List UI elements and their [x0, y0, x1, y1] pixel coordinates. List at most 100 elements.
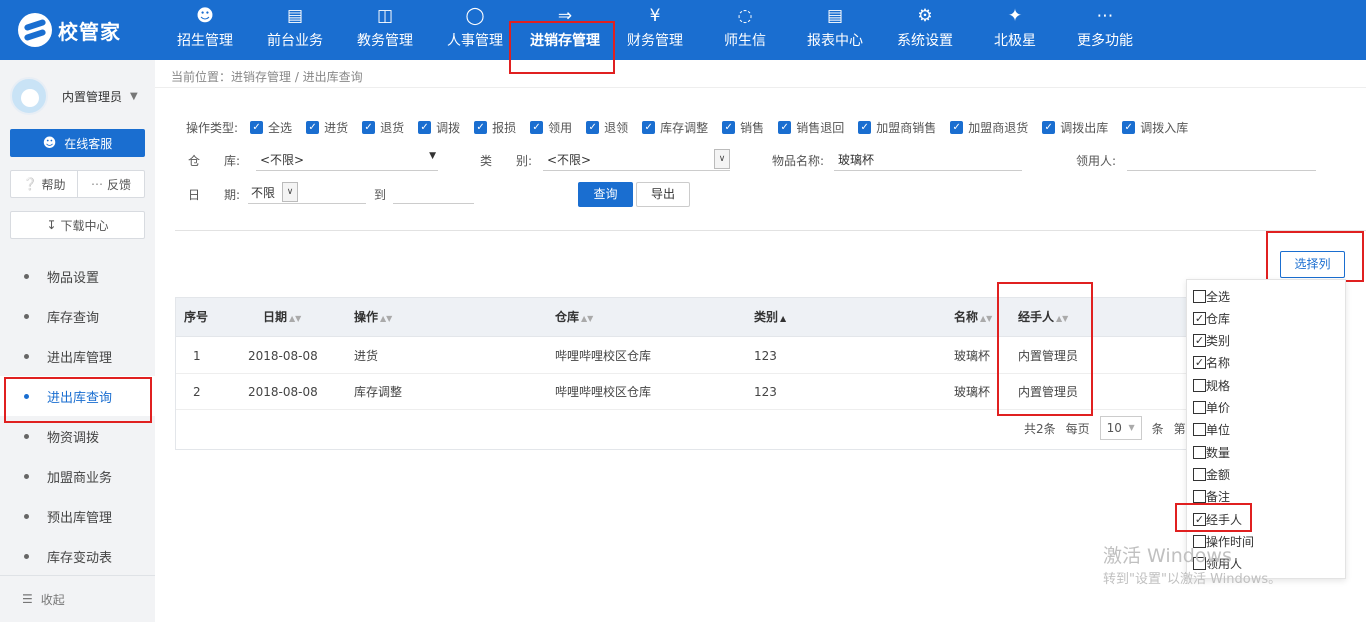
- op-type-checkbox[interactable]: ✓ 调拨出库: [1042, 119, 1108, 136]
- column-option[interactable]: 单价: [1193, 398, 1230, 418]
- sidebar-item-inout-query[interactable]: 进出库查询: [0, 376, 155, 416]
- column-option[interactable]: 规格: [1193, 375, 1230, 395]
- nav-polaris[interactable]: ✦ 北极星: [970, 0, 1060, 60]
- column-option-label: 数量: [1206, 445, 1231, 460]
- checkbox-label: 进货: [324, 120, 349, 135]
- help-label: 帮助: [41, 177, 66, 192]
- nav-more[interactable]: ⋯ 更多功能: [1060, 0, 1150, 60]
- download-center-button[interactable]: ↧ 下载中心: [10, 211, 145, 239]
- nav-reports[interactable]: ▤ 报表中心: [790, 0, 880, 60]
- online-service-label: 在线客服: [64, 136, 113, 151]
- nav-admissions[interactable]: ☻ 招生管理: [160, 0, 250, 60]
- user-menu[interactable]: 内置管理员 ▼: [10, 76, 150, 116]
- warehouse-select[interactable]: <不限> ▼: [256, 149, 438, 171]
- col-header-warehouse[interactable]: 仓库 ▲▼: [555, 298, 593, 337]
- checkbox-icon: [1193, 490, 1206, 504]
- sidebar-menu: 物品设置 库存查询 进出库管理 进出库查询 物资调拨 加盟商业务 预出库管理 库…: [0, 256, 155, 576]
- bullet-icon: [24, 273, 29, 279]
- col-header-handler[interactable]: 经手人 ▲▼: [1018, 298, 1068, 337]
- col-header-date[interactable]: 日期 ▲▼: [263, 298, 301, 337]
- select-columns-button[interactable]: 选择列: [1280, 251, 1345, 278]
- column-option[interactable]: ✓ 经手人: [1193, 509, 1242, 529]
- op-type-checkbox[interactable]: ✓ 报损: [474, 119, 516, 136]
- date-end-input[interactable]: [393, 182, 474, 204]
- table-row[interactable]: 2 2018-08-08 库存调整 哔哩哔哩校区仓库 123 玻璃杯 内置管理员: [176, 374, 1204, 410]
- op-type-checkbox[interactable]: ✓ 退货: [362, 119, 404, 136]
- chevron-down-icon: ∨: [714, 149, 730, 169]
- inout-table: 序号 日期 ▲▼ 操作 ▲▼ 仓库 ▲▼ 类别 ▲ 名称 ▲▼ 经手人 ▲▼ 1 2018-…: [175, 297, 1205, 450]
- sidebar-item-stock-change[interactable]: 库存变动表: [0, 536, 155, 576]
- logo[interactable]: 校管家: [18, 13, 121, 47]
- nav-hr[interactable]: ◯ 人事管理: [430, 0, 520, 60]
- column-option[interactable]: ✓ 仓库: [1193, 308, 1230, 328]
- nav-academic[interactable]: ◫ 教务管理: [340, 0, 430, 60]
- column-option[interactable]: 全选: [1193, 286, 1230, 306]
- cell-operation: 进货: [354, 349, 379, 363]
- checkbox-icon: ✓: [1122, 120, 1136, 134]
- op-type-checkbox[interactable]: ✓ 领用: [530, 119, 572, 136]
- table-row[interactable]: 1 2018-08-08 进货 哔哩哔哩校区仓库 123 玻璃杯 内置管理员: [176, 338, 1204, 374]
- category-select[interactable]: <不限> ∨: [543, 149, 730, 171]
- sidebar-item-pre-outbound[interactable]: 预出库管理: [0, 496, 155, 536]
- nav-messages[interactable]: ◌ 师生信: [700, 0, 790, 60]
- to-label: 到: [374, 188, 387, 202]
- sidebar-item-stock-query[interactable]: 库存查询: [0, 296, 155, 336]
- feedback-button[interactable]: ⋯ 反馈: [77, 171, 144, 197]
- op-type-checkbox[interactable]: ✓ 加盟商退货: [950, 119, 1028, 136]
- nav-inventory[interactable]: ⇒ 进销存管理: [520, 0, 610, 60]
- checkbox-icon: ✓: [858, 120, 872, 134]
- unit-label: 条: [1151, 421, 1164, 436]
- checkbox-icon: ✓: [586, 120, 600, 134]
- column-option[interactable]: 金额: [1193, 464, 1230, 484]
- column-option[interactable]: ✓ 类别: [1193, 331, 1230, 351]
- collapse-icon: ☰: [22, 592, 33, 606]
- export-button[interactable]: 导出: [636, 182, 690, 207]
- op-type-checkbox[interactable]: ✓ 库存调整: [642, 119, 708, 136]
- date-value: 不限: [251, 186, 276, 200]
- op-type-checkbox[interactable]: ✓ 加盟商销售: [858, 119, 936, 136]
- col-header-category[interactable]: 类别 ▲: [754, 298, 786, 337]
- op-type-checkbox[interactable]: ✓ 进货: [306, 119, 348, 136]
- sort-icon: ▲▼: [980, 314, 993, 323]
- checkbox-icon: [1193, 401, 1206, 414]
- op-type-checkbox[interactable]: ✓ 全选: [250, 119, 292, 136]
- op-type-checkbox[interactable]: ✓ 退领: [586, 119, 628, 136]
- date-range-select[interactable]: 不限 ∨: [248, 182, 298, 204]
- help-button[interactable]: ❔ 帮助: [11, 171, 77, 197]
- nav-settings[interactable]: ⚙ 系统设置: [880, 0, 970, 60]
- bullet-icon: [24, 473, 29, 479]
- column-option[interactable]: 备注: [1193, 487, 1230, 507]
- nav-finance[interactable]: ¥ 财务管理: [610, 0, 700, 60]
- column-option[interactable]: 数量: [1193, 442, 1230, 462]
- sort-icon: ▲▼: [1056, 314, 1069, 323]
- column-option[interactable]: ✓ 名称: [1193, 353, 1230, 373]
- col-header-index: 序号: [184, 298, 208, 337]
- item-name-input[interactable]: 玻璃杯: [834, 149, 1022, 171]
- item-name-value: 玻璃杯: [838, 153, 875, 167]
- sidebar-item-inout-manage[interactable]: 进出库管理: [0, 336, 155, 376]
- collapse-button[interactable]: ☰ 收起: [0, 575, 155, 622]
- col-header-label: 名称: [954, 310, 979, 324]
- op-type-checkbox[interactable]: ✓ 调拨入库: [1122, 119, 1188, 136]
- col-header-operation[interactable]: 操作 ▲▼: [354, 298, 392, 337]
- query-button[interactable]: 查询: [578, 182, 633, 207]
- sidebar-item-franchise[interactable]: 加盟商业务: [0, 456, 155, 496]
- page-size-select[interactable]: 10 ▼: [1099, 416, 1142, 440]
- settings-icon: ⚙: [917, 6, 933, 26]
- divider: [155, 87, 1366, 88]
- sidebar-item-transfer[interactable]: 物资调拨: [0, 416, 155, 456]
- online-service-button[interactable]: ☻ 在线客服: [10, 129, 145, 157]
- op-type-checkbox[interactable]: ✓ 销售退回: [778, 119, 844, 136]
- cell-handler: 内置管理员: [1018, 349, 1079, 363]
- date-start-input[interactable]: [298, 182, 366, 204]
- sidebar-item-item-settings[interactable]: 物品设置: [0, 256, 155, 296]
- caret-down-icon: ▼: [130, 90, 138, 102]
- col-header-name[interactable]: 名称 ▲▼: [954, 298, 992, 337]
- receiver-input[interactable]: [1127, 149, 1316, 171]
- nav-front-desk[interactable]: ▤ 前台业务: [250, 0, 340, 60]
- op-type-checkbox[interactable]: ✓ 调拨: [418, 119, 460, 136]
- checkbox-label: 全选: [268, 120, 293, 135]
- op-type-checkbox[interactable]: ✓ 销售: [722, 119, 764, 136]
- cell-name: 玻璃杯: [954, 385, 991, 399]
- column-option[interactable]: 单位: [1193, 420, 1230, 440]
